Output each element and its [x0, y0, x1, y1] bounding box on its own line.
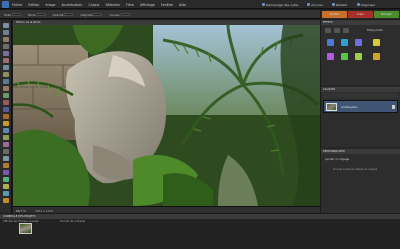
- option-size-field[interactable]: [12, 12, 22, 17]
- filters-tab-icon[interactable]: [325, 28, 331, 33]
- photo-canvas[interactable]: [13, 25, 320, 206]
- effect-swatch-4[interactable]: [373, 39, 380, 46]
- layer-name: Arrière-plan: [341, 105, 358, 109]
- project-bin: Afficher les fichiers ouverts Format de …: [0, 219, 400, 249]
- customize-hint-secondary: Annuler toutes les étapes de réglage: [333, 168, 378, 171]
- sponge-tool-icon[interactable]: [3, 149, 9, 154]
- photo-image: [13, 25, 320, 206]
- menu-filter[interactable]: Filtre: [126, 3, 134, 7]
- effect-swatch-6[interactable]: [341, 53, 348, 60]
- option-opacity-field[interactable]: [64, 12, 74, 17]
- menu-view[interactable]: Affichage: [140, 3, 155, 7]
- effects-panel: Filtres photo: [321, 25, 400, 85]
- option-mode-field[interactable]: [36, 12, 46, 17]
- clone-stamp-tool-icon[interactable]: [3, 93, 9, 98]
- red-eye-tool-icon[interactable]: [3, 79, 9, 84]
- option-size[interactable]: Taille: [4, 12, 22, 17]
- crop-tool-icon[interactable]: [3, 170, 9, 175]
- photo-effects-tab-icon[interactable]: [343, 28, 349, 33]
- gradient-tool-icon[interactable]: [3, 128, 9, 133]
- hand-tool-icon[interactable]: [3, 37, 9, 42]
- type-tool-icon[interactable]: [3, 163, 9, 168]
- lock-icon: [392, 105, 395, 109]
- toolbox: [0, 20, 12, 228]
- effect-swatch-2[interactable]: [341, 39, 348, 46]
- zoom-tool-icon[interactable]: [3, 30, 9, 35]
- option-gradient-field[interactable]: [93, 12, 103, 17]
- organizer-icon: [262, 3, 265, 6]
- option-gradient[interactable]: Dégradé: [80, 12, 103, 17]
- menu-right-actions: Démarrage des outils Annuler Rétablir Or…: [262, 3, 375, 7]
- zoom-level[interactable]: 66,7 %: [16, 209, 26, 213]
- spot-healing-tool-icon[interactable]: [3, 86, 9, 91]
- tab-create[interactable]: Créer: [348, 11, 373, 18]
- tool-options-bar: Taille Mode Opacité Dégradé Couleur: [0, 10, 320, 19]
- option-opacity[interactable]: Opacité: [53, 13, 74, 17]
- bin-thumbnail[interactable]: [19, 223, 32, 234]
- redo-button[interactable]: Rétablir: [331, 3, 348, 7]
- eraser-tool-icon[interactable]: [3, 107, 9, 112]
- bin-options[interactable]: Format de corbeille: [60, 220, 85, 223]
- menu-layer[interactable]: Calque: [88, 3, 99, 7]
- option-color[interactable]: Couleur: [109, 12, 131, 17]
- menu-file[interactable]: Fichier: [12, 3, 22, 7]
- menu-edit[interactable]: Edition: [28, 3, 39, 7]
- recompose-tool-icon[interactable]: [3, 177, 9, 182]
- smudge-tool-icon[interactable]: [3, 156, 9, 161]
- layer-row-background[interactable]: Arrière-plan: [323, 100, 398, 113]
- app-logo-icon: [2, 1, 9, 8]
- brush-tool-icon[interactable]: [3, 114, 9, 119]
- effect-swatch-8[interactable]: [373, 53, 380, 60]
- move-tool-icon[interactable]: [3, 23, 9, 28]
- option-mode[interactable]: Mode: [28, 13, 46, 17]
- menu-enhance[interactable]: Accentuation: [61, 3, 82, 7]
- light-icon: [307, 3, 311, 6]
- customize-hint: Ajouter un réglage: [325, 158, 350, 161]
- layer-styles-tab-icon[interactable]: [334, 28, 340, 33]
- marquee-tool-icon[interactable]: [3, 51, 9, 56]
- quick-select-tool-icon[interactable]: [3, 72, 9, 77]
- menu-window[interactable]: Fenêtre: [161, 3, 173, 7]
- layers-panel: Arrière-plan: [321, 92, 400, 147]
- menu-select[interactable]: Sélection: [105, 3, 120, 7]
- effects-tabs: [325, 28, 349, 33]
- menu-image[interactable]: Image: [45, 3, 55, 7]
- effect-swatch-7[interactable]: [355, 53, 362, 60]
- organizer-icon: [356, 3, 360, 6]
- effect-swatch-5[interactable]: [327, 53, 334, 60]
- effect-swatch-1[interactable]: [327, 39, 334, 46]
- straighten-tool-icon[interactable]: [3, 184, 9, 189]
- menu-bar: Fichier Edition Image Accentuation Calqu…: [0, 0, 400, 9]
- smart-brush-tool-icon[interactable]: [3, 198, 9, 203]
- cookie-cutter-tool-icon[interactable]: [3, 191, 9, 196]
- eyedropper-tool-icon[interactable]: [3, 44, 9, 49]
- menu-help[interactable]: Aide: [179, 3, 186, 7]
- layer-thumbnail: [326, 103, 337, 111]
- mode-tabs: Modifier Créer Partager: [321, 10, 400, 19]
- effects-filter-label[interactable]: Filtres photo: [367, 29, 383, 32]
- paint-bucket-tool-icon[interactable]: [3, 121, 9, 126]
- tab-share[interactable]: Partager: [374, 11, 399, 18]
- document-size: 3264 x 2448: [35, 208, 53, 213]
- tab-edit[interactable]: Modifier: [322, 11, 347, 18]
- panel-area: EFFETS Filtres photo CALQUES Arrière-pla…: [321, 20, 400, 213]
- organizer-button[interactable]: Organiser: [356, 3, 375, 7]
- magic-wand-tool-icon[interactable]: [3, 65, 9, 70]
- shape-tool-icon[interactable]: [3, 135, 9, 140]
- blur-tool-icon[interactable]: [3, 142, 9, 147]
- customize-panel: Ajouter un réglage Annuler toutes les ét…: [321, 154, 400, 213]
- status-bar: 66,7 % 3264 x 2448: [13, 206, 320, 213]
- layers-toolbar: [323, 93, 398, 98]
- pencil-tool-icon[interactable]: [3, 100, 9, 105]
- redo-icon: [331, 3, 335, 6]
- main-menu: Fichier Edition Image Accentuation Calqu…: [12, 3, 186, 7]
- lasso-tool-icon[interactable]: [3, 58, 9, 63]
- effect-swatch-3[interactable]: [355, 39, 362, 46]
- startup-button[interactable]: Démarrage des outils: [262, 3, 298, 7]
- undo-button[interactable]: Annuler: [307, 3, 323, 7]
- option-color-field[interactable]: [121, 12, 131, 17]
